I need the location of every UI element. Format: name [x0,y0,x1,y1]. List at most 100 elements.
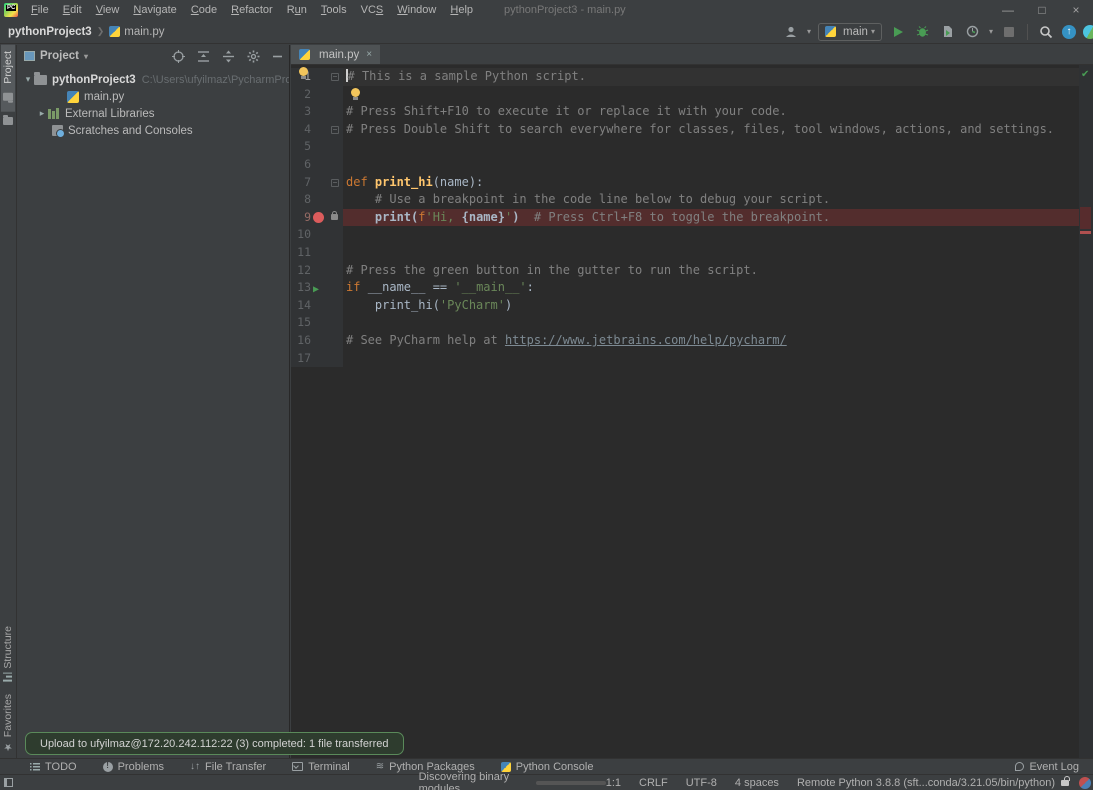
line-number[interactable]: 17 [291,350,311,368]
editor-line-10[interactable]: 10 [291,226,1093,244]
tool-window-switcher-icon[interactable] [4,778,13,787]
line-number[interactable]: 12 [291,262,311,280]
caret-position[interactable]: 1:1 [606,777,621,789]
code-text[interactable]: # Press Double Shift to search everywher… [343,121,1093,139]
event-log-button[interactable]: Event Log [1015,761,1079,773]
breakpoint-stripe-marker[interactable] [1080,207,1091,229]
stripe-tab-project[interactable]: Project [1,45,15,112]
profiler-dropdown-icon[interactable]: ▾ [989,27,993,36]
user-dropdown-icon[interactable]: ▾ [807,27,811,36]
code-text[interactable] [343,244,1093,262]
fold-marker-icon[interactable] [331,73,339,81]
code-text[interactable]: # See PyCharm help at https://www.jetbra… [343,332,1093,350]
profiler-icon[interactable] [964,23,982,41]
menu-edit[interactable]: Edit [56,2,89,18]
menu-run[interactable]: Run [280,2,314,18]
line-number[interactable]: 11 [291,244,311,262]
run-configuration-select[interactable]: main ▾ [818,23,882,41]
line-number[interactable]: 15 [291,314,311,332]
hide-panel-icon[interactable] [272,51,283,62]
breakpoint-stripe-tick[interactable] [1080,231,1091,234]
toolbar-extra-icon[interactable] [1083,25,1093,39]
editor-line-2[interactable]: 2 [291,86,1093,104]
line-number[interactable]: 16 [291,332,311,350]
search-icon[interactable] [1037,23,1055,41]
menu-tools[interactable]: Tools [314,2,354,18]
editor-line-14[interactable]: 14 print_hi('PyCharm') [291,297,1093,315]
fold-marker-icon[interactable] [331,126,339,134]
user-icon[interactable] [782,23,800,41]
line-number[interactable]: 13 [291,279,311,297]
editor-line-12[interactable]: 12# Press the green button in the gutter… [291,262,1093,280]
editor-line-3[interactable]: 3 # Press Shift+F10 to execute it or repl… [291,103,1093,121]
folder-icon[interactable] [3,117,13,125]
tree-item-scratches-and-consoles[interactable]: Scratches and Consoles [18,122,289,139]
project-view-selector[interactable]: Project ▾ [24,50,88,62]
indent-style[interactable]: 4 spaces [735,777,779,789]
menu-window[interactable]: Window [390,2,443,18]
tree-chevron-icon[interactable]: ▸ [36,108,48,119]
editor-line-16[interactable]: 16 # See PyCharm help at https://www.jetb… [291,332,1093,350]
coverage-icon[interactable] [939,23,957,41]
line-number[interactable]: 8 [291,191,311,209]
minimize-button[interactable]: — [991,0,1025,20]
maximize-button[interactable]: □ [1025,0,1059,20]
breadcrumb-file[interactable]: main.py [124,26,164,38]
menu-vcs[interactable]: VCS [354,2,391,18]
tab-close-icon[interactable]: × [366,49,372,60]
editor-line-13[interactable]: 13▶if __name__ == '__main__': [291,279,1093,297]
run-icon[interactable] [889,23,907,41]
editor-line-4[interactable]: 4# Press Double Shift to search everywhe… [291,121,1093,139]
tool-window-button-problems[interactable]: Problems [103,761,164,773]
line-number[interactable]: 6 [291,156,311,174]
breakpoint-icon[interactable] [313,212,324,223]
menu-code[interactable]: Code [184,2,224,18]
inspection-ok-icon[interactable]: ✔ [1081,69,1089,80]
status-globe-icon[interactable] [1079,777,1091,789]
code-text[interactable]: # This is a sample Python script. [343,68,1093,86]
editor-line-7[interactable]: 7def print_hi(name): [291,174,1093,192]
error-stripe[interactable]: ✔ [1079,65,1093,758]
tool-window-button-filetransfer[interactable]: ↓↑File Transfer [190,761,266,773]
expand-all-icon[interactable] [197,50,210,63]
code-text[interactable] [343,314,1093,332]
code-text[interactable]: if __name__ == '__main__': [343,279,1093,297]
line-number[interactable]: 10 [291,226,311,244]
code-text[interactable]: # Press Shift+F10 to execute it or repla… [343,103,1093,121]
locate-file-icon[interactable] [172,50,185,63]
line-number[interactable]: 14 [291,297,311,315]
line-number[interactable]: 5 [291,138,311,156]
code-text[interactable] [343,226,1093,244]
menu-refactor[interactable]: Refactor [224,2,280,18]
tree-chevron-icon[interactable]: ▾ [22,74,34,85]
code-text[interactable]: # Use a breakpoint in the code line belo… [343,191,1093,209]
python-interpreter[interactable]: Remote Python 3.8.8 (sft...conda/3.21.05… [797,777,1055,789]
menu-help[interactable]: Help [443,2,480,18]
pycharm-logo-icon[interactable]: PC [4,3,18,17]
tree-item-external-libraries[interactable]: ▸External Libraries [18,105,289,122]
line-number[interactable]: 3 [291,103,311,121]
file-encoding[interactable]: UTF-8 [686,777,717,789]
background-task[interactable]: Discovering binary modules... [419,771,606,790]
code-text[interactable]: print_hi('PyCharm') [343,297,1093,315]
stripe-tab-structure[interactable]: Structure [1,620,15,688]
stripe-tab-favorites[interactable]: ★ Favorites [1,688,15,758]
editor-line-11[interactable]: 11 [291,244,1093,262]
update-icon[interactable]: ↑ [1062,25,1076,39]
tree-item-pythonproject3[interactable]: ▾pythonProject3C:\Users\ufyilmaz\Pycharm… [18,71,289,88]
line-number[interactable]: 2 [291,86,311,104]
intention-bulb-icon[interactable] [299,67,308,76]
editor-line-5[interactable]: 5 [291,138,1093,156]
settings-gear-icon[interactable] [247,50,260,63]
intention-bulb-icon[interactable] [351,88,360,97]
code-text[interactable] [343,138,1093,156]
line-separator[interactable]: CRLF [639,777,668,789]
notification-balloon[interactable]: Upload to ufyilmaz@172.20.242.112:22 (3)… [25,732,404,755]
editor-line-9[interactable]: 9 print(f'Hi, {name}') # Press Ctrl+F8 t… [291,209,1093,227]
editor-line-8[interactable]: 8 # Use a breakpoint in the code line be… [291,191,1093,209]
editor-line-1[interactable]: 1# This is a sample Python script. [291,68,1093,86]
fold-marker-icon[interactable] [331,179,339,187]
tree-item-main-py[interactable]: main.py [18,88,289,105]
editor-line-15[interactable]: 15 [291,314,1093,332]
debug-icon[interactable] [914,23,932,41]
